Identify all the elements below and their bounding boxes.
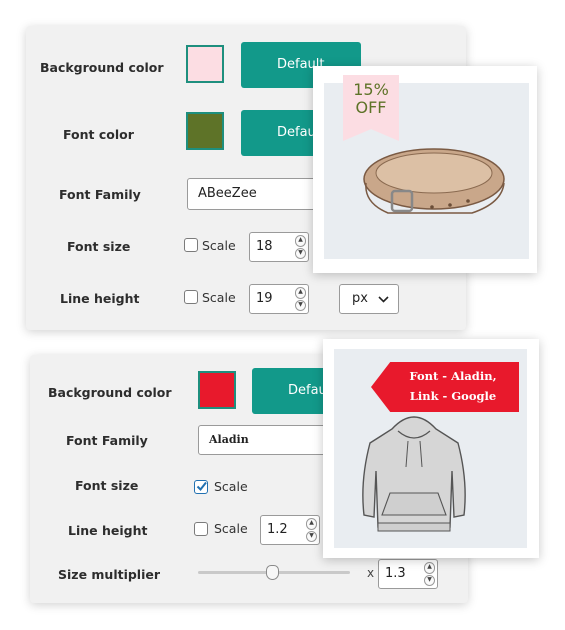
size-multiplier-value: 1.3 (385, 566, 406, 581)
line-height-value: 1.2 (267, 522, 288, 537)
line-height-scale-checkbox[interactable] (194, 522, 208, 536)
size-multiplier-slider[interactable] (198, 565, 350, 580)
background-color-swatch[interactable] (186, 45, 224, 83)
font-size-value: 18 (256, 239, 273, 254)
spin-down-icon[interactable]: ▼ (295, 299, 306, 311)
line-height-scale-checkbox[interactable] (184, 290, 198, 304)
size-multiplier-x-label: x (367, 566, 375, 580)
line-height-scale-label: Scale (202, 290, 236, 305)
font-color-label: Font color (63, 127, 134, 142)
line-height-value: 19 (256, 291, 273, 306)
text-ribbon: Font - Aladin, Link - Google (371, 362, 519, 412)
spin-down-icon[interactable]: ▼ (295, 247, 306, 259)
font-family-select[interactable]: Aladin (198, 425, 338, 455)
spin-up-icon[interactable]: ▲ (424, 562, 435, 574)
spin-down-icon[interactable]: ▼ (424, 574, 435, 586)
font-color-swatch[interactable] (186, 112, 224, 150)
size-multiplier-spinner[interactable]: ▲ ▼ (424, 562, 435, 586)
font-size-input[interactable]: 18 ▲ ▼ (249, 232, 309, 262)
line-height-input[interactable]: 1.2 ▲ ▼ (260, 515, 320, 545)
font-family-label: Font Family (66, 433, 148, 448)
slider-thumb[interactable] (266, 565, 280, 580)
ribbon-line-2: Link - Google (409, 389, 497, 403)
line-height-label: Line height (68, 523, 148, 538)
spin-up-icon[interactable]: ▲ (295, 235, 306, 247)
line-height-spinner[interactable]: ▲ ▼ (306, 518, 317, 542)
line-height-spinner[interactable]: ▲ ▼ (295, 287, 306, 311)
background-color-swatch[interactable] (198, 371, 236, 409)
line-height-input[interactable]: 19 ▲ ▼ (249, 284, 309, 314)
font-size-scale-label: Scale (214, 479, 248, 494)
size-multiplier-input[interactable]: 1.3 ▲ ▼ (378, 559, 438, 589)
background-color-label: Background color (48, 385, 172, 400)
hoodie-image (362, 416, 466, 532)
product-preview-card-hoodie: Font - Aladin, Link - Google (323, 339, 539, 558)
belt-image (363, 148, 505, 214)
spin-up-icon[interactable]: ▲ (306, 518, 317, 530)
product-preview-card-belt: 15% OFF (313, 66, 537, 273)
font-size-label: Font size (67, 239, 131, 254)
checkmark-icon (196, 481, 207, 492)
font-family-label: Font Family (59, 187, 141, 202)
font-size-scale-checkbox[interactable] (184, 238, 198, 252)
ribbon-line-1: Font - Aladin, (409, 369, 497, 383)
font-size-scale-checkbox[interactable] (194, 480, 208, 494)
background-color-label: Background color (40, 60, 164, 75)
size-multiplier-label: Size multiplier (58, 567, 161, 582)
discount-badge-percent: 15% (353, 80, 389, 99)
spin-up-icon[interactable]: ▲ (295, 287, 306, 299)
font-size-spinner[interactable]: ▲ ▼ (295, 235, 306, 259)
spin-down-icon[interactable]: ▼ (306, 530, 317, 542)
chevron-down-icon (378, 296, 389, 303)
line-height-scale-label: Scale (214, 521, 248, 536)
line-height-label: Line height (60, 291, 140, 306)
font-size-label: Font size (75, 478, 139, 493)
line-height-unit-select[interactable]: px (339, 284, 399, 314)
discount-badge-off: OFF (355, 98, 387, 117)
font-size-scale-label: Scale (202, 238, 236, 253)
line-height-unit: px (352, 291, 368, 306)
